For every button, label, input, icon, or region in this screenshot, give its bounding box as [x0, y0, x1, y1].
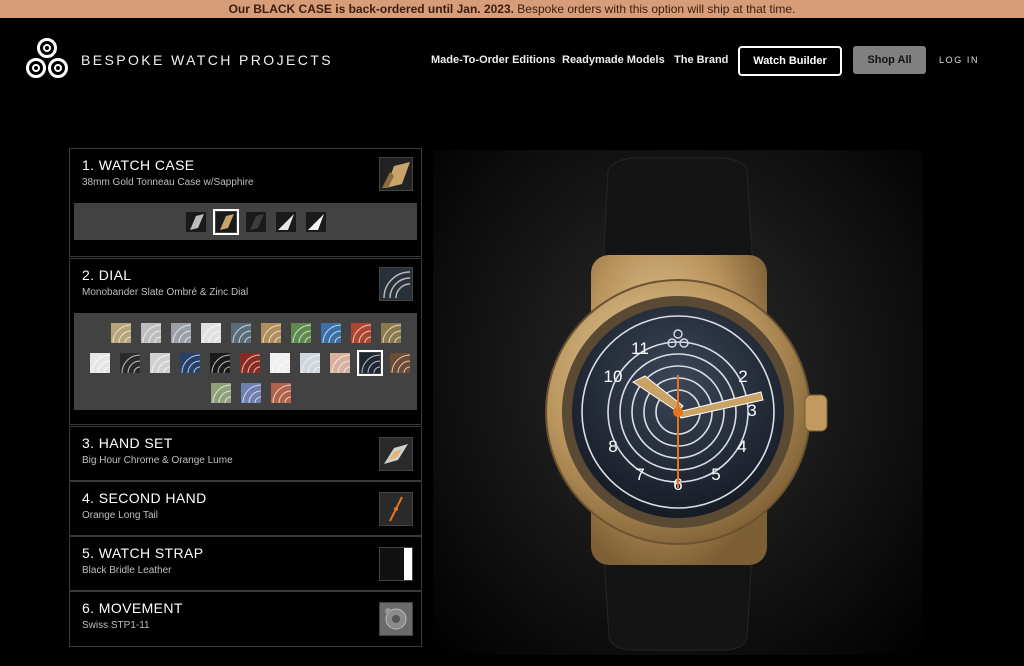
case-option-black[interactable] — [246, 212, 266, 232]
dial-numeral: 4 — [737, 437, 746, 456]
dial-option-swatch[interactable] — [321, 323, 341, 343]
dial-option-swatch[interactable] — [357, 350, 383, 376]
dial-option-swatch[interactable] — [390, 353, 410, 373]
step-selection: Black Bridle Leather — [82, 565, 172, 576]
brand-logo-icon[interactable] — [24, 38, 72, 82]
second-hand-thumbnail — [379, 492, 413, 526]
brand-name[interactable]: BESPOKE WATCH PROJECTS — [81, 52, 333, 68]
case-option-silver[interactable] — [186, 212, 206, 232]
case-option-steel-a[interactable] — [276, 212, 296, 232]
step-title: 6. MOVEMENT — [82, 600, 183, 616]
watch-preview: 2 3 4 5 6 7 8 10 11 — [433, 150, 923, 655]
dial-option-swatch[interactable] — [231, 323, 251, 343]
dial-numeral: 11 — [631, 339, 649, 358]
announcement-banner: Our BLACK CASE is back-ordered until Jan… — [0, 0, 1024, 18]
banner-text: Bespoke orders with this option will shi… — [513, 2, 796, 16]
dial-numeral: 3 — [747, 401, 756, 420]
dial-option-swatch[interactable] — [270, 353, 290, 373]
step-dial[interactable]: 2. DIAL Monobander Slate Ombré & Zinc Di… — [69, 258, 422, 425]
step-selection: Monobander Slate Ombré & Zinc Dial — [82, 287, 249, 298]
shop-all-button[interactable]: Shop All — [853, 46, 926, 74]
dial-numeral: 10 — [604, 367, 623, 386]
dial-numeral: 8 — [608, 437, 617, 456]
nav-made-to-order[interactable]: Made-To-Order Editions — [431, 54, 555, 66]
step-watch-case[interactable]: 1. WATCH CASE 38mm Gold Tonneau Case w/S… — [69, 148, 422, 257]
dial-option-swatch[interactable] — [180, 353, 200, 373]
dial-option-swatch[interactable] — [211, 383, 231, 403]
step-selection: Orange Long Tail — [82, 510, 158, 521]
step-title: 4. SECOND HAND — [82, 490, 207, 506]
step-title: 5. WATCH STRAP — [82, 545, 204, 561]
site-header: BESPOKE WATCH PROJECTS Made-To-Order Edi… — [0, 18, 1024, 114]
dial-option-swatch[interactable] — [351, 323, 371, 343]
step-selection: 38mm Gold Tonneau Case w/Sapphire — [82, 177, 254, 188]
strap-thumbnail — [379, 547, 413, 581]
dial-option-swatch[interactable] — [381, 323, 401, 343]
dial-option-swatch[interactable] — [120, 353, 140, 373]
movement-thumbnail — [379, 602, 413, 636]
step-selection: Swiss STP1-11 — [82, 620, 150, 631]
login-link[interactable]: LOG IN — [939, 55, 979, 65]
nav-readymade-models[interactable]: Readymade Models — [562, 54, 665, 66]
dial-option-swatch[interactable] — [300, 353, 320, 373]
dial-option-swatch[interactable] — [271, 383, 291, 403]
dial-numeral: 2 — [738, 367, 747, 386]
dial-options-tray — [74, 313, 417, 410]
case-option-gold[interactable] — [213, 209, 239, 235]
step-title: 3. HAND SET — [82, 435, 173, 451]
dial-option-swatch[interactable] — [111, 323, 131, 343]
watch-builder-button[interactable]: Watch Builder — [738, 46, 842, 76]
dial-option-swatch[interactable] — [90, 353, 110, 373]
dial-option-swatch[interactable] — [171, 323, 191, 343]
step-title: 2. DIAL — [82, 267, 132, 283]
dial-option-swatch[interactable] — [330, 353, 350, 373]
dial-numeral: 7 — [635, 465, 644, 484]
step-hand-set[interactable]: 3. HAND SET Big Hour Chrome & Orange Lum… — [69, 426, 422, 481]
case-thumbnail — [379, 157, 413, 191]
dial-option-swatch[interactable] — [291, 323, 311, 343]
dial-numeral: 5 — [711, 465, 720, 484]
step-title: 1. WATCH CASE — [82, 157, 195, 173]
dial-option-swatch[interactable] — [201, 323, 221, 343]
dial-thumbnail — [379, 267, 413, 301]
dial-option-swatch[interactable] — [261, 323, 281, 343]
step-second-hand[interactable]: 4. SECOND HAND Orange Long Tail — [69, 481, 422, 536]
step-watch-strap[interactable]: 5. WATCH STRAP Black Bridle Leather — [69, 536, 422, 591]
case-options-tray — [74, 203, 417, 240]
hand-set-thumbnail — [379, 437, 413, 471]
dial-option-swatch[interactable] — [150, 353, 170, 373]
dial-option-swatch[interactable] — [141, 323, 161, 343]
dial-option-swatch[interactable] — [241, 383, 261, 403]
nav-the-brand[interactable]: The Brand — [674, 54, 728, 66]
step-movement[interactable]: 6. MOVEMENT Swiss STP1-11 — [69, 591, 422, 647]
dial-option-swatch[interactable] — [240, 353, 260, 373]
case-option-steel-b[interactable] — [306, 212, 326, 232]
banner-bold-text: Our BLACK CASE is back-ordered until Jan… — [228, 2, 514, 16]
step-selection: Big Hour Chrome & Orange Lume — [82, 455, 233, 466]
dial-option-swatch[interactable] — [210, 353, 230, 373]
watch-render: 2 3 4 5 6 7 8 10 11 — [545, 157, 828, 651]
